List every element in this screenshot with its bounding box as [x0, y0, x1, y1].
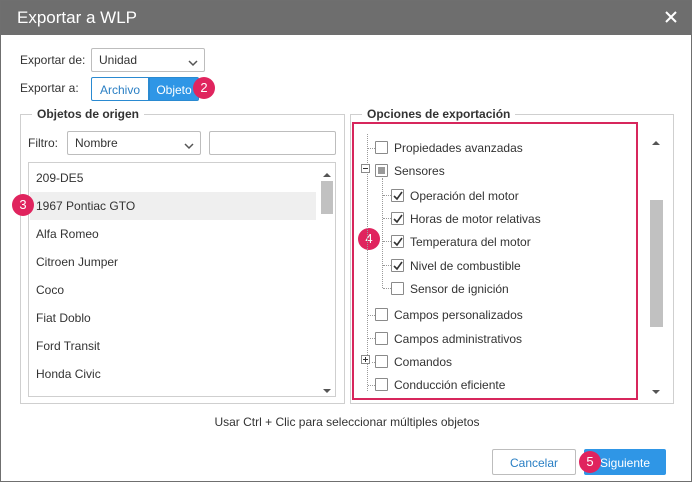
title-bar: Exportar a WLP [1, 1, 691, 35]
step-badge-5: 5 [579, 451, 601, 473]
export-to-label: Exportar a: [20, 81, 79, 95]
checkbox-fuel-level[interactable] [391, 259, 404, 272]
checkbox-custom-fields[interactable] [375, 308, 388, 321]
option-label-engine-operation: Operación del motor [410, 189, 519, 203]
scroll-up-icon[interactable] [651, 136, 661, 145]
export-to-option-object[interactable]: Objeto [149, 77, 199, 101]
checkbox-admin-fields[interactable] [375, 332, 388, 345]
checkbox-advanced-properties[interactable] [375, 141, 388, 154]
tree-connector [383, 265, 391, 266]
checkbox-ignition-sensor[interactable] [391, 282, 404, 295]
tree-connector [368, 315, 375, 316]
list-item[interactable]: Ford Transit [30, 332, 316, 360]
list-item[interactable]: Citroen Jumper [30, 248, 316, 276]
list-scroll-thumb[interactable] [321, 181, 333, 214]
list-item[interactable]: 209-DE5 [30, 164, 316, 192]
tree-connector [383, 288, 391, 289]
dialog-title: Exportar a WLP [17, 8, 137, 27]
option-label-advanced-properties: Propiedades avanzadas [394, 141, 523, 155]
option-label-fuel-level: Nivel de combustible [410, 259, 521, 273]
filter-value: Nombre [75, 136, 118, 150]
source-objects-list: 209-DE5 1967 Pontiac GTO Alfa Romeo Citr… [28, 162, 336, 397]
multi-select-hint: Usar Ctrl + Clic para seleccionar múltip… [214, 415, 480, 429]
expand-commands-icon[interactable] [361, 355, 370, 364]
option-label-engine-temperature: Temperatura del motor [410, 235, 531, 249]
export-options-legend: Opciones de exportación [362, 107, 516, 121]
export-to-option-file[interactable]: Archivo [91, 77, 149, 101]
chevron-down-icon [184, 139, 194, 150]
option-label-custom-fields: Campos personalizados [394, 308, 523, 322]
checkbox-engine-temperature[interactable] [391, 235, 404, 248]
tree-connector [368, 385, 375, 386]
step-badge-3: 3 [12, 194, 34, 216]
cancel-button[interactable]: Cancelar [492, 449, 576, 475]
tree-connector [368, 148, 375, 149]
checkbox-engine-operation[interactable] [391, 189, 404, 202]
export-from-select[interactable]: Unidad [91, 48, 205, 72]
list-item[interactable]: Fiat Doblo [30, 304, 316, 332]
export-dialog: Exportar a WLP Exportar de: Unidad Expor… [0, 0, 692, 482]
step-badge-2: 2 [193, 77, 215, 99]
checkbox-commands[interactable] [375, 355, 388, 368]
scroll-down-icon[interactable] [322, 384, 332, 393]
tree-connector [383, 218, 391, 219]
export-from-label: Exportar de: [20, 53, 86, 67]
close-icon[interactable] [663, 9, 679, 25]
list-item[interactable]: 1967 Pontiac GTO [30, 192, 316, 220]
filter-label: Filtro: [28, 136, 58, 150]
search-input[interactable] [209, 131, 336, 155]
collapse-sensors-icon[interactable] [361, 164, 370, 173]
option-label-commands: Comandos [394, 355, 453, 369]
checkbox-sensors[interactable] [375, 164, 388, 177]
tree-connector [368, 338, 375, 339]
option-label-ignition-sensor: Sensor de ignición [410, 282, 509, 296]
list-item[interactable]: Alfa Romeo [30, 220, 316, 248]
option-label-sensors: Sensores [394, 164, 445, 178]
option-label-admin-fields: Campos administrativos [394, 332, 523, 346]
chevron-down-icon [188, 56, 198, 67]
filter-select[interactable]: Nombre [67, 131, 201, 155]
source-objects-legend: Objetos de origen [32, 107, 145, 121]
list-item[interactable]: Honda Civic [30, 360, 316, 388]
tree-connector [383, 241, 391, 242]
scroll-up-icon[interactable] [322, 168, 332, 177]
step-badge-4: 4 [358, 228, 380, 250]
option-label-eco-driving: Conducción eficiente [394, 378, 506, 392]
tree-connector [383, 195, 391, 196]
scroll-down-icon[interactable] [651, 385, 661, 394]
options-scroll-thumb[interactable] [650, 200, 663, 327]
list-item[interactable]: Coco [30, 276, 316, 304]
option-label-relative-engine-hours: Horas de motor relativas [410, 212, 541, 226]
checkbox-eco-driving[interactable] [375, 378, 388, 391]
export-from-value: Unidad [99, 53, 138, 67]
checkbox-relative-engine-hours[interactable] [391, 212, 404, 225]
